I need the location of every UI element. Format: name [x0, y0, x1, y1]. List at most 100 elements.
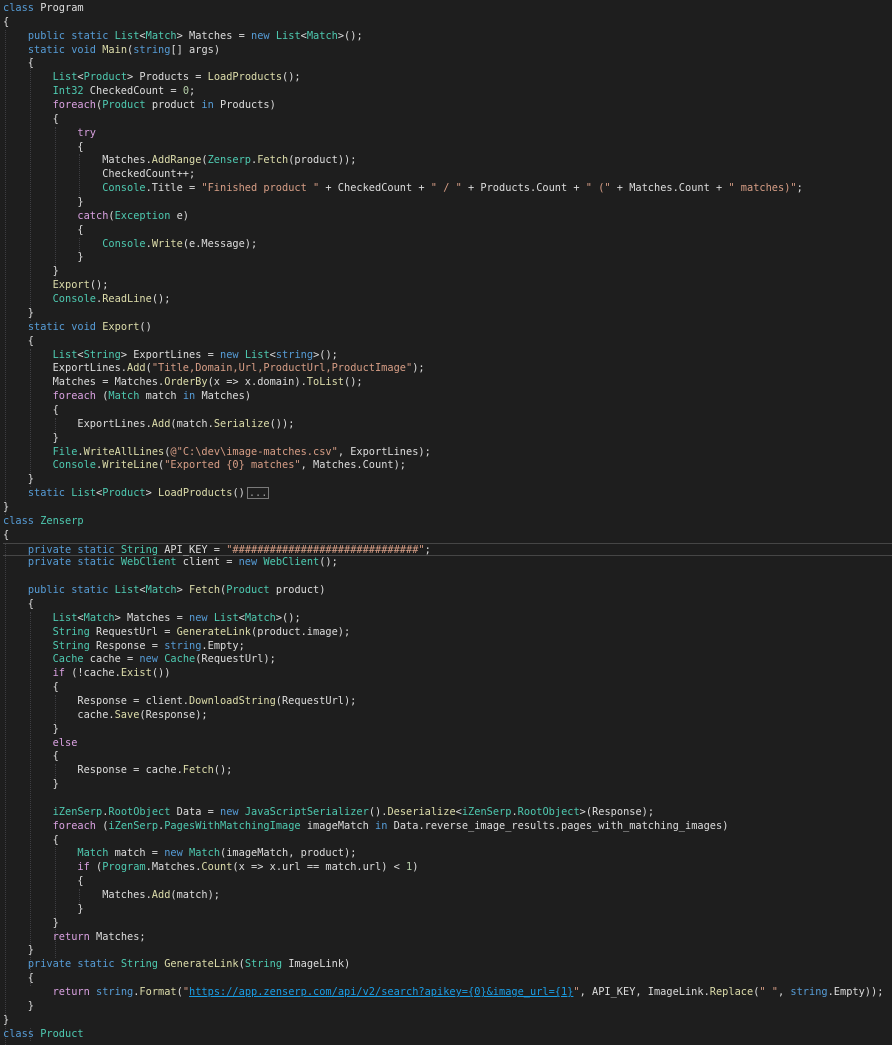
code-line[interactable]: {: [3, 875, 83, 889]
code-line[interactable]: private static WebClient client = new We…: [3, 556, 338, 570]
code-line[interactable]: public static List<Match> Matches = new …: [3, 30, 363, 44]
collapsed-region-marker[interactable]: ...: [246, 487, 270, 500]
code-line[interactable]: Console.Title = "Finished product " + Ch…: [3, 182, 803, 196]
code-token: new: [139, 653, 165, 666]
code-token: List: [275, 29, 301, 42]
code-line[interactable]: }: [3, 917, 59, 931]
code-token: Add: [151, 889, 171, 902]
code-line[interactable]: }: [3, 723, 59, 737]
code-token: ): [213, 43, 221, 56]
code-token: >(Response);: [579, 805, 655, 818]
code-line[interactable]: Response = cache.Fetch();: [3, 764, 232, 778]
code-line[interactable]: {: [3, 972, 34, 986]
code-line[interactable]: static List<Product> LoadProducts()...: [3, 487, 270, 501]
code-line[interactable]: static void Main(string[] args): [3, 44, 220, 58]
code-token: {: [3, 528, 10, 541]
code-token: Matches = Matches.: [3, 376, 165, 389]
code-line[interactable]: class Program: [3, 2, 84, 16]
code-line[interactable]: Matches = Matches.OrderBy(x => x.domain)…: [3, 376, 363, 390]
code-token: List: [52, 348, 78, 361]
code-line[interactable]: }: [3, 778, 59, 792]
code-line[interactable]: foreach (Match match in Matches): [3, 390, 251, 404]
code-token: {: [3, 403, 59, 416]
code-line[interactable]: return string.Format("https://app.zenser…: [3, 986, 884, 1000]
code-line[interactable]: catch(Exception e): [3, 210, 189, 224]
code-line[interactable]: else: [3, 737, 78, 751]
code-line[interactable]: String RequestUrl = GenerateLink(product…: [3, 626, 351, 640]
code-line[interactable]: Match match = new Match(imageMatch, prod…: [3, 847, 356, 861]
code-line[interactable]: CheckedCount++;: [3, 168, 195, 182]
code-token: class: [3, 514, 41, 527]
code-line[interactable]: List<String> ExportLines = new List<stri…: [3, 349, 338, 363]
code-token: >();: [313, 348, 338, 361]
code-token: WebClient: [263, 556, 320, 569]
code-line[interactable]: private static String API_KEY = "#######…: [3, 542, 892, 557]
code-line[interactable]: {: [3, 16, 9, 30]
code-line[interactable]: public static List<Match> Fetch(Product …: [3, 584, 326, 598]
code-line[interactable]: Cache cache = new Cache(RequestUrl);: [3, 653, 276, 667]
code-line[interactable]: {: [3, 834, 59, 848]
code-line[interactable]: }: [3, 473, 34, 487]
code-token: CheckedCount++;: [3, 168, 196, 181]
code-line[interactable]: class Product: [3, 1028, 84, 1042]
code-line[interactable]: }: [3, 432, 59, 446]
code-line[interactable]: Matches.AddRange(Zenserp.Fetch(product))…: [3, 154, 356, 168]
code-token: {: [3, 681, 59, 694]
code-line[interactable]: File.WriteAllLines(@"C:\dev\image-matche…: [3, 446, 431, 460]
code-token: .Matches.: [145, 861, 202, 874]
code-line[interactable]: {: [3, 57, 34, 71]
code-line[interactable]: }: [3, 1000, 34, 1014]
code-line[interactable]: Int32 CheckedCount = 0;: [3, 85, 196, 99]
code-line[interactable]: }: [3, 265, 59, 279]
code-line[interactable]: String Response = string.Empty;: [3, 640, 245, 654]
code-line[interactable]: {: [3, 224, 83, 238]
code-line[interactable]: Console.ReadLine();: [3, 293, 171, 307]
code-line[interactable]: cache.Save(Response);: [3, 709, 207, 723]
code-line[interactable]: class Zenserp: [3, 515, 84, 529]
code-line[interactable]: List<Product> Products = LoadProducts();: [3, 71, 301, 85]
code-line[interactable]: Export();: [3, 279, 109, 293]
code-line[interactable]: static void Export(): [3, 321, 152, 335]
code-line[interactable]: private static String GenerateLink(Strin…: [3, 958, 350, 972]
code-token: new: [220, 348, 245, 361]
code-line[interactable]: {: [3, 750, 59, 764]
code-line[interactable]: iZenSerp.RootObject Data = new JavaScrip…: [3, 806, 654, 820]
code-token: Exception: [114, 209, 171, 222]
code-token: new: [251, 29, 276, 42]
code-line[interactable]: {: [3, 529, 9, 543]
code-line[interactable]: Console.Write(e.Message);: [3, 238, 257, 252]
code-line[interactable]: {: [3, 681, 59, 695]
code-line[interactable]: }: [3, 1014, 9, 1028]
code-editor[interactable]: class Program{ public static List<Match>…: [0, 0, 892, 1045]
code-line[interactable]: {: [3, 113, 59, 127]
code-line[interactable]: Console.WriteLine("Exported {0} matches"…: [3, 459, 406, 473]
code-line[interactable]: {: [3, 335, 34, 349]
code-line[interactable]: if (Program.Matches.Count(x => x.url == …: [3, 861, 418, 875]
code-line[interactable]: }: [3, 903, 83, 917]
code-line[interactable]: return Matches;: [3, 931, 146, 945]
code-line[interactable]: ExportLines.Add(match.Serialize());: [3, 418, 294, 432]
code-line[interactable]: }: [3, 501, 9, 515]
code-line[interactable]: Response = client.DownloadString(Request…: [3, 695, 356, 709]
code-line[interactable]: {: [3, 404, 59, 418]
code-line[interactable]: List<Match> Matches = new List<Match>();: [3, 612, 301, 626]
code-line[interactable]: ExportLines.Add("Title,Domain,Url,Produc…: [3, 362, 425, 376]
code-token: }: [3, 1013, 10, 1026]
code-line[interactable]: Matches.Add(match);: [3, 889, 220, 903]
code-token: (product));: [288, 154, 357, 167]
code-line[interactable]: }: [3, 307, 34, 321]
code-token: }: [3, 722, 59, 735]
code-token: public static: [27, 584, 115, 597]
code-line[interactable]: foreach(Product product in Products): [3, 99, 276, 113]
code-line[interactable]: }: [3, 196, 83, 210]
code-line[interactable]: }: [3, 251, 83, 265]
code-line[interactable]: {: [3, 598, 34, 612]
code-line[interactable]: {: [3, 141, 83, 155]
code-line[interactable]: foreach (iZenSerp.PagesWithMatchingImage…: [3, 820, 729, 834]
code-line[interactable]: if (!cache.Exist()): [3, 667, 171, 681]
code-line[interactable]: try: [3, 127, 96, 141]
code-line[interactable]: }: [3, 944, 34, 958]
